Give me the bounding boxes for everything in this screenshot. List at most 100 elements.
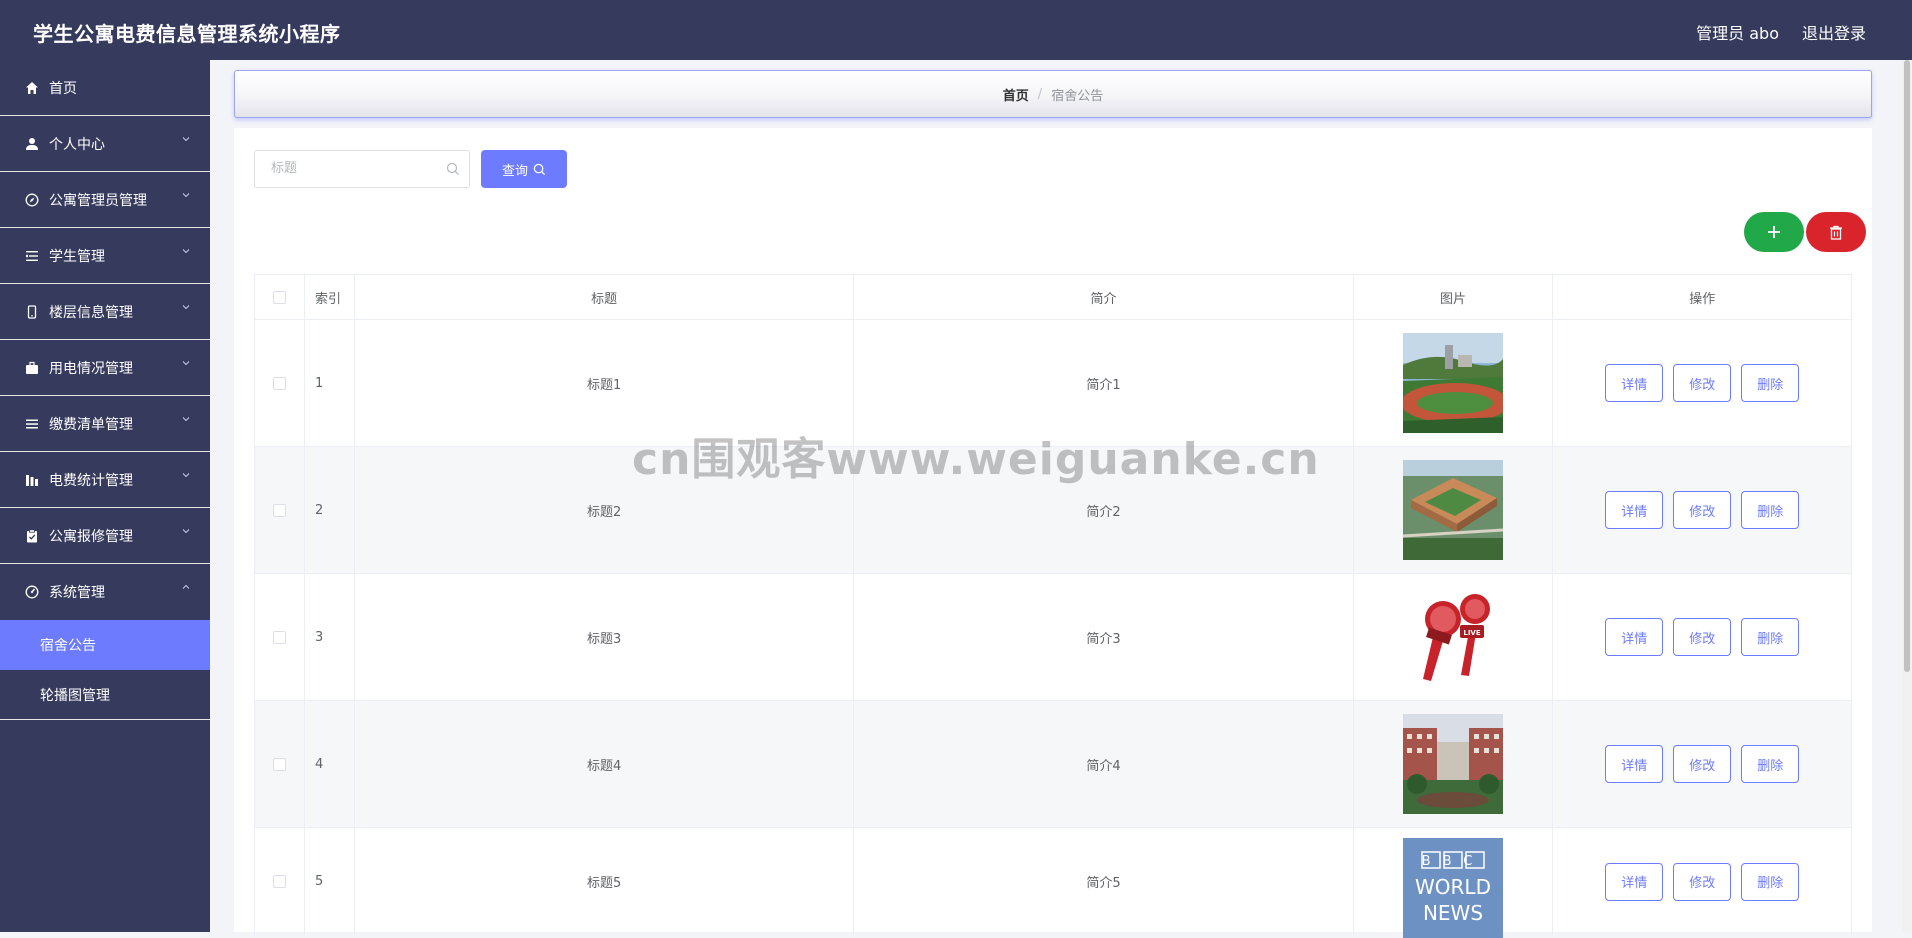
- row-actions: 详情 修改 删除: [1553, 320, 1851, 446]
- sidebar-item-system[interactable]: 系统管理: [0, 564, 210, 620]
- search-input[interactable]: [269, 160, 433, 177]
- logout-link[interactable]: 退出登录: [1802, 20, 1866, 44]
- live-microphones-graphic: LIVE: [1403, 587, 1504, 687]
- row-check-cell: [255, 701, 305, 827]
- chevron-down-icon: [182, 305, 190, 310]
- detail-button[interactable]: 详情: [1605, 491, 1664, 529]
- page-scrollbar[interactable]: [1902, 60, 1912, 932]
- search-icon: [533, 163, 546, 175]
- detail-button[interactable]: 详情: [1605, 745, 1664, 783]
- select-all-checkbox[interactable]: [272, 290, 286, 304]
- edit-button[interactable]: 修改: [1673, 862, 1732, 901]
- row-check-cell: [255, 574, 305, 700]
- edit-button[interactable]: 修改: [1673, 618, 1732, 656]
- table-row: 1 标题1 简介1 详情 修改 删除: [255, 320, 1851, 447]
- row-brief: 简介3: [854, 574, 1354, 700]
- header-title: 标题: [355, 275, 855, 319]
- delete-button[interactable]: 删除: [1741, 618, 1800, 656]
- row-checkbox[interactable]: [272, 376, 286, 390]
- sidebar-item-power-usage[interactable]: 用电情况管理: [0, 340, 210, 396]
- row-title: 标题4: [355, 701, 855, 827]
- delete-button[interactable]: 删除: [1741, 491, 1800, 529]
- row-checkbox[interactable]: [272, 757, 286, 771]
- row-index: 3: [305, 574, 355, 700]
- query-button[interactable]: 查询: [481, 150, 567, 188]
- sidebar-subitem-carousel[interactable]: 轮播图管理: [0, 670, 210, 720]
- main-area: 首页 / 宿舍公告 查询 索引 标题 简介 图片 操作: [210, 60, 1902, 938]
- table-row: 4 标题4 简介4 详情 修改 删除: [255, 701, 1851, 828]
- clipboard-icon: [24, 528, 40, 544]
- row-check-cell: [255, 320, 305, 446]
- bbc-text: BBC: [1422, 854, 1485, 869]
- detail-button[interactable]: 详情: [1605, 618, 1664, 656]
- row-checkbox[interactable]: [272, 503, 286, 517]
- sidebar-item-label: 公寓报修管理: [49, 528, 133, 545]
- sidebar-item-label: 缴费清单管理: [49, 416, 133, 433]
- row-checkbox[interactable]: [272, 875, 286, 888]
- home-icon: [24, 80, 40, 96]
- header-actions: 操作: [1689, 291, 1716, 307]
- header-picture: 图片: [1354, 275, 1554, 319]
- sidebar-subitem-dorm-notice[interactable]: 宿舍公告: [0, 620, 210, 670]
- table-row: 5 标题5 简介5 BBC WORLD NEWS 详情 修改 删除: [255, 828, 1851, 938]
- news-text: NEWS: [1423, 901, 1483, 925]
- row-picture-cell: [1354, 701, 1554, 827]
- row-picture-cell: [1354, 320, 1554, 446]
- row-check-cell: [255, 447, 305, 573]
- sidebar-item-repairs[interactable]: 公寓报修管理: [0, 508, 210, 564]
- sidebar-item-home[interactable]: 首页: [0, 60, 210, 116]
- row-title: 标题2: [355, 447, 855, 573]
- row-actions: 详情 修改 删除: [1553, 574, 1851, 700]
- breadcrumb-home[interactable]: 首页: [1003, 85, 1029, 104]
- row-index: 2: [305, 447, 355, 573]
- row-checkbox[interactable]: [272, 630, 286, 644]
- scrollbar-thumb[interactable]: [1904, 60, 1910, 672]
- table-row: 3 标题3 简介3 LIVE 详情 修改 删除: [255, 574, 1851, 701]
- row-title: 标题3: [355, 574, 855, 700]
- search-icon: [446, 162, 459, 175]
- trash-icon: [1830, 225, 1842, 240]
- sidebar-item-personal-center[interactable]: 个人中心: [0, 116, 210, 172]
- sidebar-item-label: 个人中心: [49, 136, 105, 153]
- row-actions: 详情 修改 删除: [1553, 701, 1851, 827]
- sidebar: 首页 个人中心 公寓管理员管理 学生管理 楼层信息管理 用电情况管理 缴费清单管…: [0, 60, 210, 932]
- sidebar-item-label: 首页: [49, 80, 77, 97]
- chevron-down-icon: [182, 361, 190, 366]
- sidebar-item-payment-list[interactable]: 缴费清单管理: [0, 396, 210, 452]
- detail-button[interactable]: 详情: [1605, 364, 1664, 402]
- content-panel: 查询 索引 标题 简介 图片 操作 1 标题1 简介1: [234, 128, 1872, 938]
- edit-button[interactable]: 修改: [1673, 491, 1732, 529]
- row-index: 5: [305, 828, 355, 935]
- delete-button[interactable]: 删除: [1741, 745, 1800, 783]
- detail-button[interactable]: 详情: [1605, 862, 1664, 901]
- add-button[interactable]: [1744, 212, 1804, 252]
- mobile-icon: [24, 304, 40, 320]
- edit-button[interactable]: 修改: [1673, 745, 1732, 783]
- edit-button[interactable]: 修改: [1673, 364, 1732, 402]
- sidebar-item-apartment-admin[interactable]: 公寓管理员管理: [0, 172, 210, 228]
- breadcrumb-separator: /: [1037, 86, 1043, 102]
- chevron-down-icon: [182, 473, 190, 478]
- sidebar-item-label: 公寓管理员管理: [49, 192, 147, 209]
- header-brief: 简介: [854, 275, 1354, 319]
- row-check-cell: [255, 828, 305, 935]
- sidebar-item-students[interactable]: 学生管理: [0, 228, 210, 284]
- row-brief: 简介5: [854, 828, 1354, 935]
- compass-icon: [24, 192, 40, 208]
- delete-button[interactable]: 删除: [1741, 862, 1800, 901]
- chevron-down-icon: [182, 249, 190, 254]
- row-picture-cell: LIVE: [1354, 574, 1554, 700]
- row-title: 标题1: [355, 320, 855, 446]
- batch-delete-button[interactable]: [1806, 212, 1866, 252]
- campus-field-photo: [1403, 333, 1504, 433]
- plus-icon: [1768, 226, 1780, 238]
- sidebar-item-floors[interactable]: 楼层信息管理: [0, 284, 210, 340]
- table-header-row: 索引 标题 简介 图片 操作: [255, 275, 1851, 320]
- live-badge-text: LIVE: [1463, 629, 1480, 637]
- sidebar-item-fee-statistics[interactable]: 电费统计管理: [0, 452, 210, 508]
- campus-building-photo: [1403, 714, 1504, 814]
- chevron-down-icon: [182, 137, 190, 142]
- delete-button[interactable]: 删除: [1741, 364, 1800, 402]
- menu-icon: [24, 416, 40, 432]
- chevron-down-icon: [182, 417, 190, 422]
